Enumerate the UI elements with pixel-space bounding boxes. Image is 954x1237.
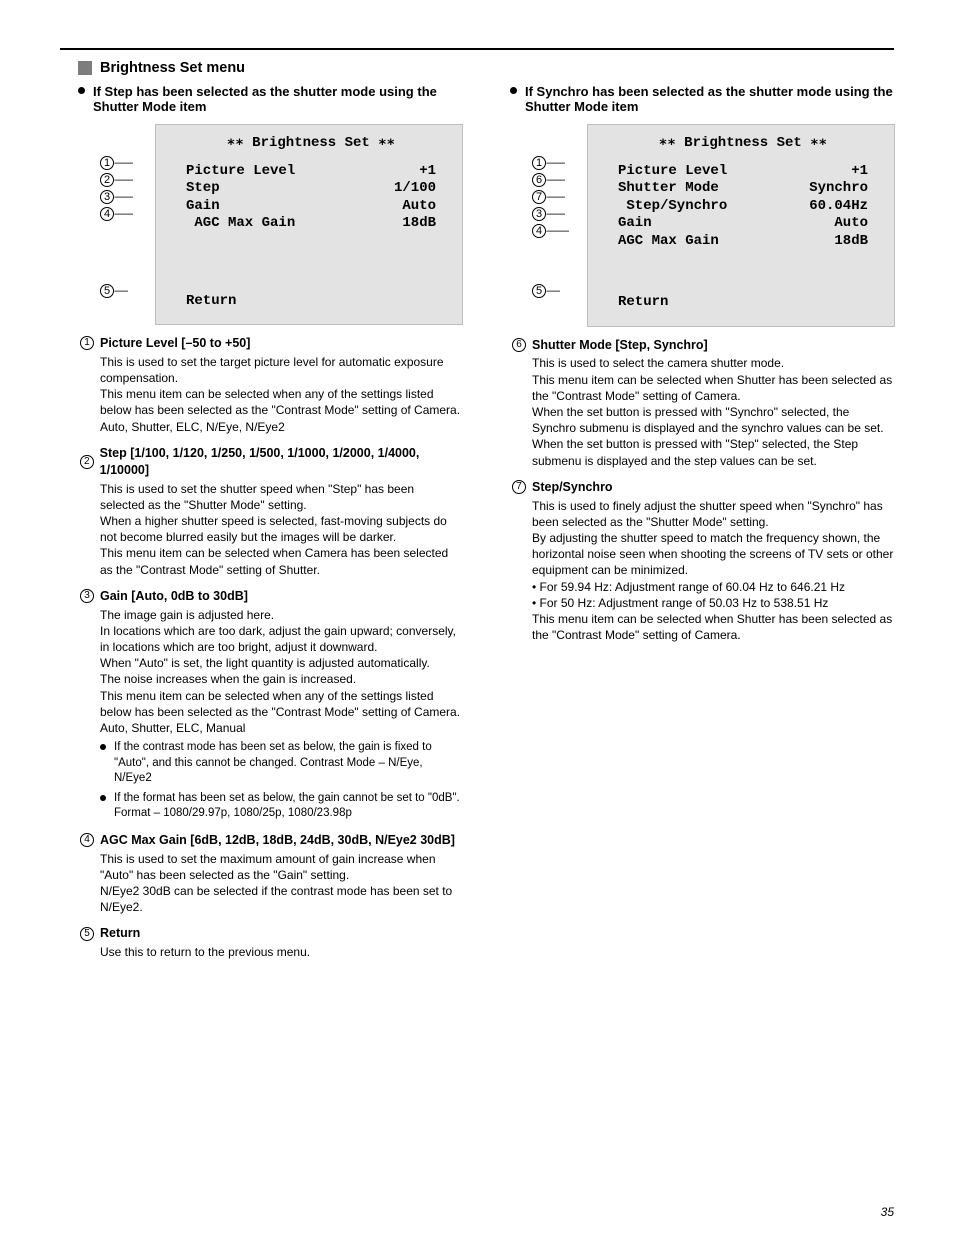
osd-label: Picture Level — [618, 163, 727, 181]
osd-value: Auto — [402, 198, 436, 216]
bullet-icon — [100, 795, 106, 801]
item-number-icon: 2 — [80, 455, 94, 469]
item-1-title: Picture Level [–50 to +50] — [100, 335, 250, 352]
item-3-note-1: If the contrast mode has been set as bel… — [100, 740, 462, 787]
osd-value: 60.04Hz — [809, 198, 868, 216]
callout-number-icon: 5 — [532, 284, 546, 298]
left-heading: If Step has been selected as the shutter… — [78, 84, 462, 114]
item-number-icon: 5 — [80, 927, 94, 941]
top-rule — [60, 48, 894, 50]
osd-label: AGC Max Gain — [618, 233, 719, 251]
callout-number-icon: 1 — [532, 156, 546, 170]
osd-label: Gain — [186, 198, 220, 216]
section-marker-icon — [78, 61, 92, 75]
callout-number-icon: 3 — [532, 207, 546, 221]
osd-value: 1/100 — [394, 180, 436, 198]
osd-right-title: ∗∗ Brightness Set ∗∗ — [618, 135, 868, 153]
callout-number-icon: 5 — [100, 284, 114, 298]
osd-value: 18dB — [834, 233, 868, 251]
item-number-icon: 6 — [512, 338, 526, 352]
callout-number-icon: 7 — [532, 190, 546, 204]
item-5-title: Return — [100, 925, 140, 942]
osd-value: +1 — [851, 163, 868, 181]
osd-left-title: ∗∗ Brightness Set ∗∗ — [186, 135, 436, 153]
item-4-body: This is used to set the maximum amount o… — [100, 851, 462, 916]
section-header: Brightness Set menu — [78, 60, 894, 76]
osd-label: AGC Max Gain — [186, 215, 295, 233]
item-7: 7 Step/Synchro This is used to finely ad… — [512, 479, 894, 644]
item-2-body: This is used to set the shutter speed wh… — [100, 481, 462, 578]
item-6-body: This is used to select the camera shutte… — [532, 355, 894, 468]
osd-return-label: Return — [186, 293, 236, 311]
osd-right-panel: ∗∗ Brightness Set ∗∗ Picture Level +1 Sh… — [587, 124, 895, 327]
item-1-body: This is used to set the target picture l… — [100, 354, 462, 435]
left-heading-text: If Step has been selected as the shutter… — [93, 84, 462, 114]
osd-label: Step/Synchro — [618, 198, 727, 216]
right-heading: If Synchro has been selected as the shut… — [510, 84, 894, 114]
item-7-title: Step/Synchro — [532, 479, 613, 496]
callout-number-icon: 2 — [100, 173, 114, 187]
osd-row: Step 1/100 — [186, 180, 436, 198]
bullet-icon — [100, 744, 106, 750]
osd-return-label: Return — [618, 294, 668, 312]
callout-number-icon: 6 — [532, 173, 546, 187]
osd-row: AGC Max Gain 18dB — [618, 233, 868, 251]
item-3-title: Gain [Auto, 0dB to 30dB] — [100, 588, 248, 605]
item-number-icon: 4 — [80, 833, 94, 847]
item-2-title: Step [1/100, 1/120, 1/250, 1/500, 1/1000… — [100, 445, 462, 479]
left-column: If Step has been selected as the shutter… — [60, 82, 462, 961]
item-number-icon: 7 — [512, 480, 526, 494]
item-number-icon: 3 — [80, 589, 94, 603]
page-number: 35 — [881, 1205, 894, 1219]
osd-value: 18dB — [402, 215, 436, 233]
osd-row-return: Return — [186, 293, 436, 311]
callout-number-icon: 3 — [100, 190, 114, 204]
item-4-title: AGC Max Gain [6dB, 12dB, 18dB, 24dB, 30d… — [100, 832, 455, 849]
osd-row: AGC Max Gain 18dB — [186, 215, 436, 233]
item-number-icon: 1 — [80, 336, 94, 350]
osd-label: Gain — [618, 215, 652, 233]
item-6-title: Shutter Mode [Step, Synchro] — [532, 337, 708, 354]
callout-number-icon: 4 — [100, 207, 114, 221]
item-3-body: The image gain is adjusted here. In loca… — [100, 607, 462, 737]
osd-value: Auto — [834, 215, 868, 233]
item-3: 3 Gain [Auto, 0dB to 30dB] The image gai… — [80, 588, 462, 822]
section-title: Brightness Set menu — [100, 60, 245, 76]
osd-row-return: Return — [618, 294, 868, 312]
osd-left-panel: ∗∗ Brightness Set ∗∗ Picture Level +1 St… — [155, 124, 463, 325]
osd-row: Gain Auto — [618, 215, 868, 233]
bullet-icon — [510, 87, 517, 94]
item-3-note-2: If the format has been set as below, the… — [100, 791, 462, 822]
right-column: If Synchro has been selected as the shut… — [492, 82, 894, 961]
osd-row: Picture Level +1 — [618, 163, 868, 181]
callout-number-icon: 1 — [100, 156, 114, 170]
item-4: 4 AGC Max Gain [6dB, 12dB, 18dB, 24dB, 3… — [80, 832, 462, 916]
osd-row: Step/Synchro 60.04Hz — [618, 198, 868, 216]
osd-row: Gain Auto — [186, 198, 436, 216]
item-6: 6 Shutter Mode [Step, Synchro] This is u… — [512, 337, 894, 469]
item-7-body: This is used to finely adjust the shutte… — [532, 498, 894, 644]
item-1: 1 Picture Level [–50 to +50] This is use… — [80, 335, 462, 435]
osd-left-wrap: ∗∗ Brightness Set ∗∗ Picture Level +1 St… — [115, 124, 462, 325]
item-2: 2 Step [1/100, 1/120, 1/250, 1/500, 1/10… — [80, 445, 462, 578]
right-heading-text: If Synchro has been selected as the shut… — [525, 84, 894, 114]
osd-label: Step — [186, 180, 220, 198]
osd-label: Picture Level — [186, 163, 295, 181]
item-5: 5 Return Use this to return to the previ… — [80, 925, 462, 960]
osd-value: +1 — [419, 163, 436, 181]
osd-right-wrap: ∗∗ Brightness Set ∗∗ Picture Level +1 Sh… — [547, 124, 894, 327]
bullet-icon — [78, 87, 85, 94]
item-5-body: Use this to return to the previous menu. — [100, 944, 462, 960]
osd-row: Shutter Mode Synchro — [618, 180, 868, 198]
osd-row: Picture Level +1 — [186, 163, 436, 181]
osd-label: Shutter Mode — [618, 180, 719, 198]
callout-number-icon: 4 — [532, 224, 546, 238]
osd-value: Synchro — [809, 180, 868, 198]
